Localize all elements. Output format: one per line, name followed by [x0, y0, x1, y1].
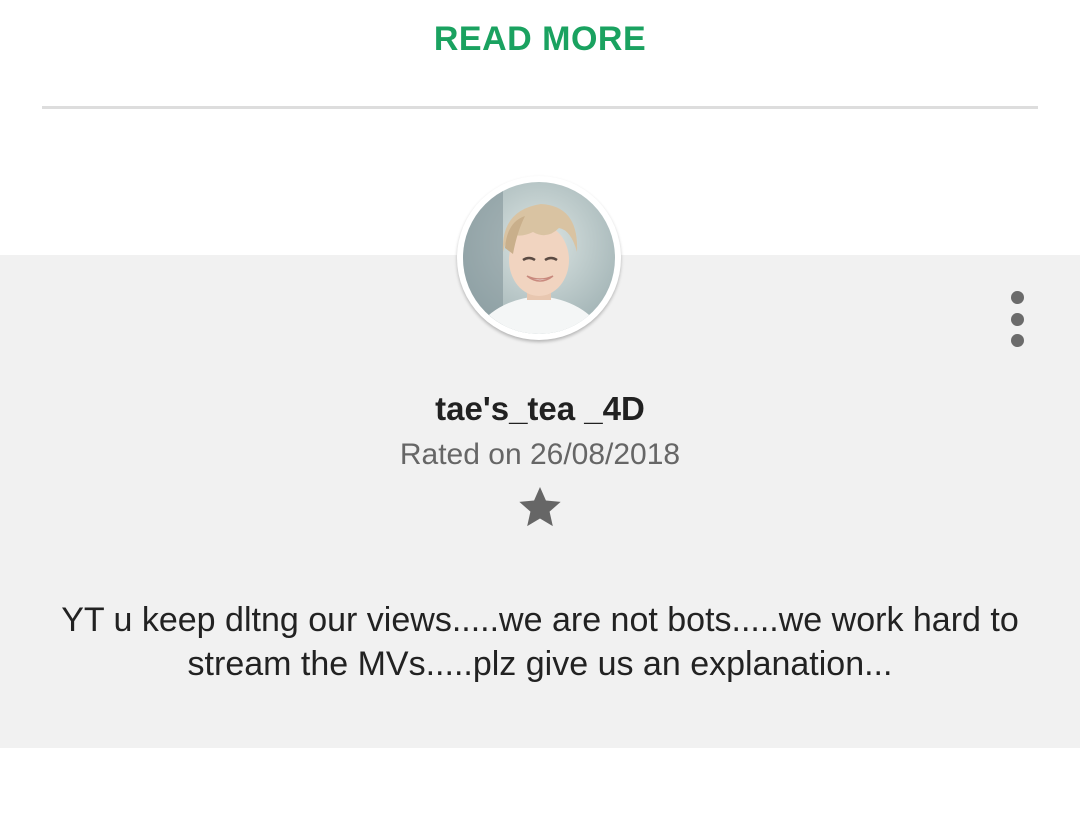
menu-dot [1010, 334, 1024, 347]
review-text: YT u keep dltng our views.....we are not… [61, 601, 1019, 683]
star-rating [0, 486, 1080, 530]
menu-dot [1010, 291, 1024, 304]
read-more-button[interactable]: READ MORE [0, 20, 1080, 59]
review-screen: READ MORE tae's_tea _4D Rated on 26/08/2… [0, 0, 1080, 830]
more-vert-icon[interactable] [1000, 288, 1034, 350]
divider [42, 106, 1038, 109]
rated-date: Rated on 26/08/2018 [399, 438, 681, 471]
star-icon [519, 486, 561, 527]
reviewer-name: tae's_tea _4D [435, 390, 645, 427]
avatar-image [463, 182, 615, 334]
avatar [457, 176, 621, 340]
menu-dot [1010, 312, 1024, 326]
